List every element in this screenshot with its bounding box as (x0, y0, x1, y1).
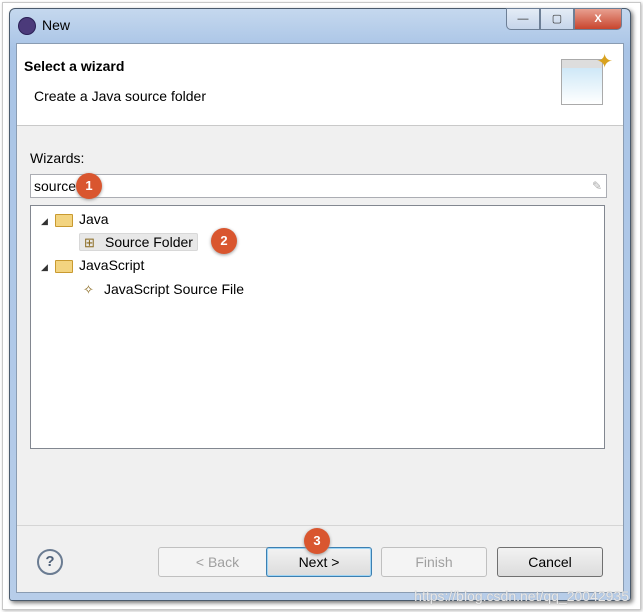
finish-button[interactable]: Finish (381, 547, 487, 577)
filter-text: source (34, 178, 77, 194)
step-badge-2: 2 (211, 228, 237, 254)
tree-label: Source Folder (105, 234, 193, 250)
tree-node-java[interactable]: ◢ Java (41, 208, 109, 230)
cancel-button[interactable]: Cancel (497, 547, 603, 577)
source-folder-icon: ⊞ (84, 235, 95, 250)
folder-icon (55, 259, 73, 273)
tree-label: JavaScript (79, 257, 145, 273)
tree-node-source-folder[interactable]: ⊞ Source Folder (79, 231, 198, 253)
eclipse-app-icon (18, 17, 36, 35)
step-badge-1: 1 (76, 173, 102, 199)
tree-node-javascript[interactable]: ◢ JavaScript (41, 254, 144, 276)
minimize-button[interactable]: — (506, 8, 540, 30)
window-title: New (42, 17, 71, 33)
wizard-tree: ◢ Java ⊞ Source Folder ◢ JavaScript ✧ JavaSc… (30, 205, 605, 449)
clear-filter-icon[interactable]: ✎ (592, 175, 602, 197)
javascript-file-icon: ✧ (83, 282, 94, 297)
tree-node-javascript-source-file[interactable]: ✧ JavaScript Source File (83, 278, 244, 300)
dialog-client: Select a wizard Create a Java source fol… (16, 43, 624, 593)
wizards-label: Wizards: (30, 150, 85, 166)
tree-label: Java (79, 211, 109, 227)
page-title: Select a wizard (24, 58, 125, 74)
tree-label: JavaScript Source File (104, 281, 245, 297)
wizard-filter-input[interactable]: source ✎ (30, 174, 607, 198)
page-description: Create a Java source folder (34, 88, 206, 104)
maximize-button[interactable]: ▢ (540, 8, 574, 30)
expand-arrow-icon[interactable]: ◢ (41, 210, 55, 232)
watermark: https://blog.csdn.net/qq_20042935 (414, 588, 629, 604)
title-bar: New — ▢ X (10, 8, 630, 43)
back-button[interactable]: < Back (158, 547, 277, 577)
new-wizard-dialog: New — ▢ X Select a wizard Create a Java … (9, 8, 631, 601)
folder-icon (55, 213, 73, 227)
step-badge-3: 3 (304, 528, 330, 554)
close-button[interactable]: X (574, 8, 622, 30)
wizard-header: Select a wizard Create a Java source fol… (17, 44, 623, 126)
help-icon[interactable]: ? (37, 549, 63, 575)
button-bar-separator (17, 525, 623, 526)
sparkle-icon: ✦ (596, 51, 613, 73)
expand-arrow-icon[interactable]: ◢ (41, 256, 55, 278)
